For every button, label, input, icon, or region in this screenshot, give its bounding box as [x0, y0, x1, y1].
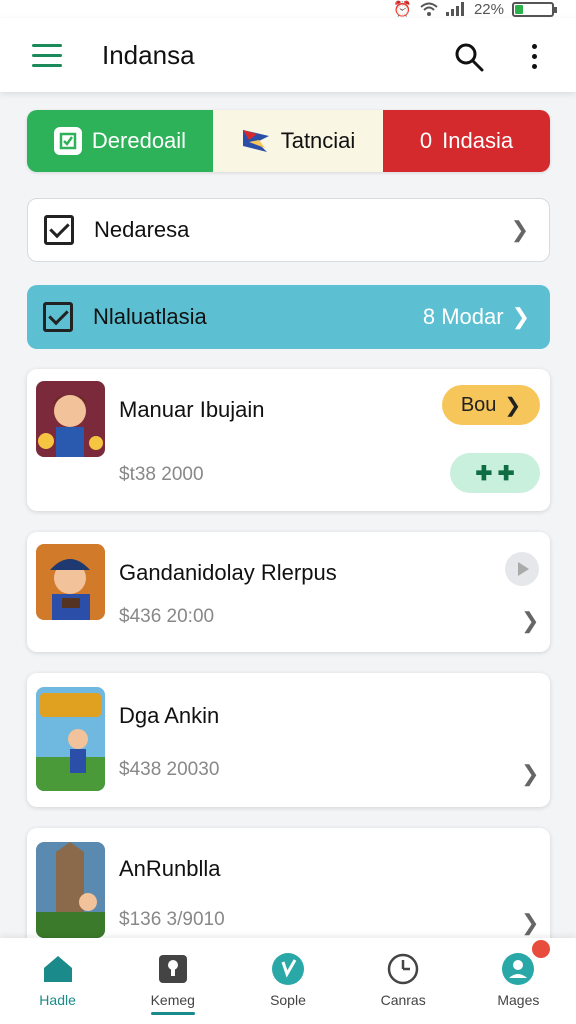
nav-label: Canras: [380, 992, 426, 1008]
segment-label: Tatnciai: [280, 128, 356, 153]
notification-badge: [531, 940, 550, 958]
checkbox-row-1[interactable]: Nedaresa ❯: [27, 198, 550, 262]
game-thumbnail: [36, 842, 105, 938]
status-bar: ⏰ 22%: [0, 0, 576, 18]
segment-prefix: 0: [419, 128, 433, 153]
button-label: Bou: [460, 393, 497, 416]
segment-tab-1[interactable]: Deredoail: [27, 110, 213, 172]
checkbox-row-2[interactable]: Nlaluatlasia 8 Modar ❯: [27, 285, 550, 349]
game-title: Manuar Ibujain: [119, 397, 265, 422]
segment-tab-3[interactable]: 0 Indasia: [383, 110, 550, 172]
nav-item-home[interactable]: Hadle: [0, 938, 115, 1024]
battery-fill: [515, 4, 523, 14]
game-thumbnail: [36, 687, 105, 791]
chevron-right-icon: ❯: [510, 217, 529, 242]
bottom-nav: Hadle Kemeg Sople Canras Mages: [0, 938, 576, 1024]
segment-tab-2[interactable]: Tatnciai: [213, 110, 383, 172]
game-thumbnail: [36, 544, 105, 620]
nav-label: Hadle: [39, 992, 76, 1008]
checkbox-icon[interactable]: [43, 302, 73, 332]
add-action-button[interactable]: ✚ ✚: [450, 453, 540, 493]
signal-icon: [445, 2, 464, 16]
chevron-right-icon: ❯: [511, 304, 530, 329]
chevron-right-icon: ❯: [504, 394, 522, 417]
status-icons: ⏰ 22%: [393, 0, 557, 18]
row-right-text: 8 Modar: [422, 304, 504, 329]
nav-label: Mages: [497, 992, 540, 1008]
more-options-icon[interactable]: [524, 42, 544, 72]
home-icon: [43, 956, 72, 982]
game-price: $438 20030: [119, 759, 220, 780]
keyhole-icon: [158, 955, 187, 983]
profile-icon: [502, 953, 535, 985]
segment-label: Deredoail: [91, 128, 187, 153]
battery-text: 22%: [473, 0, 504, 18]
bou-button[interactable]: Bou ❯: [442, 385, 540, 425]
row-label: Nedaresa: [94, 217, 190, 242]
chevron-right-icon[interactable]: ❯: [521, 910, 539, 936]
checkbox-icon[interactable]: [44, 215, 74, 245]
app-bar: Indansa: [0, 18, 576, 92]
flag-icon: [242, 130, 269, 152]
nav-label: Kemeg: [150, 992, 195, 1008]
nav-label: Sople: [270, 992, 306, 1008]
game-title: Gandanidolay Rlerpus: [119, 560, 337, 585]
segment-tabs: Deredoail Tatnciai 0 Indasia: [27, 110, 550, 172]
game-title: AnRunblla: [119, 856, 221, 881]
battery-icon: [512, 1, 557, 17]
nav-active-indicator: [151, 1012, 196, 1015]
row-label: Nlaluatlasia: [93, 304, 207, 329]
search-icon[interactable]: [454, 42, 484, 72]
segment-label: Indasia: [442, 128, 514, 153]
game-thumbnail: [36, 381, 105, 457]
page-title: Indansa: [102, 40, 195, 70]
chevron-right-icon[interactable]: ❯: [521, 761, 539, 787]
game-title: Dga Ankin: [119, 703, 220, 728]
nav-item-mages[interactable]: Mages: [461, 938, 576, 1024]
menu-icon[interactable]: [32, 44, 62, 68]
nav-item-kemeg[interactable]: Kemeg: [115, 938, 230, 1024]
play-icon[interactable]: [505, 552, 539, 586]
clock-icon: [387, 953, 419, 985]
chevron-right-icon[interactable]: ❯: [521, 608, 539, 634]
download-icon: [53, 127, 82, 155]
wifi-icon: [420, 2, 438, 16]
game-card-1[interactable]: Manuar Ibujain $t38 2000 Bou ❯ ✚ ✚: [27, 369, 550, 511]
sprout-icon: [271, 953, 304, 985]
game-price: $436 20:00: [119, 606, 215, 627]
add-icon: ✚ ✚: [475, 462, 515, 485]
game-card-2[interactable]: Gandanidolay Rlerpus $436 20:00 ❯: [27, 532, 550, 652]
game-price: $t38 2000: [119, 464, 204, 485]
game-price: $136 3/9010: [119, 909, 225, 930]
nav-item-canras[interactable]: Canras: [346, 938, 461, 1024]
nav-item-sople[interactable]: Sople: [230, 938, 345, 1024]
game-card-3[interactable]: Dga Ankin $438 20030 ❯: [27, 673, 550, 807]
alarm-icon: ⏰: [393, 1, 412, 18]
